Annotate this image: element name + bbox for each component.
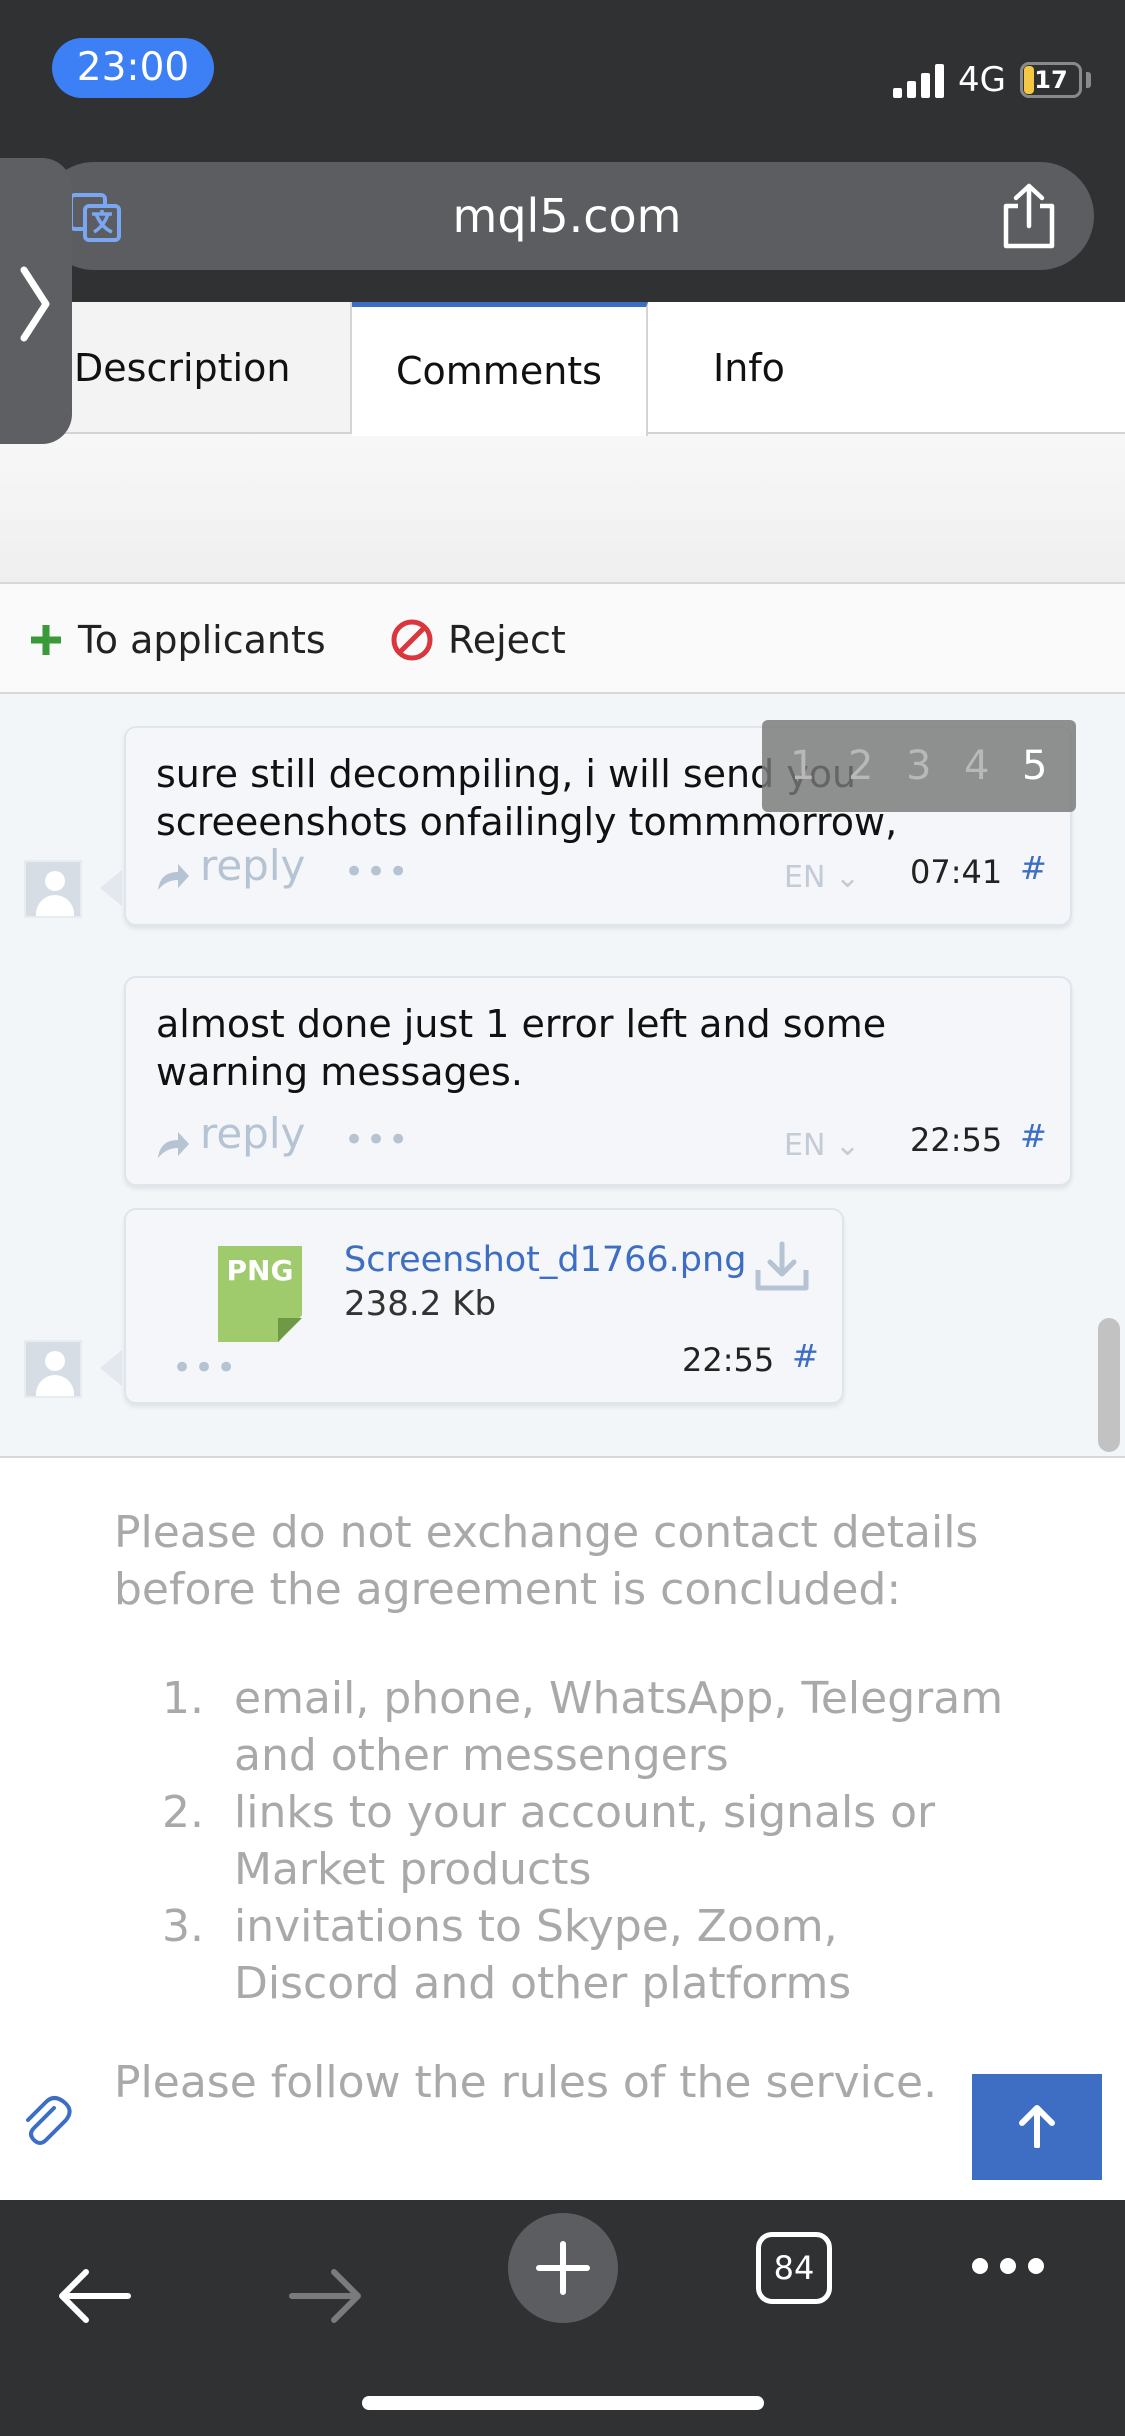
list-item-text: invitations to Skype, Zoom, Discord and … [234, 1901, 852, 2009]
page-link[interactable]: 3 [906, 740, 931, 792]
url-text: mql5.com [452, 189, 682, 243]
arrow-up-icon [1019, 2105, 1055, 2148]
more-options[interactable]: ••• [344, 852, 410, 892]
avatar[interactable] [24, 860, 82, 918]
message-composer[interactable]: Please do not exchange contact details b… [0, 1456, 1125, 2200]
list-item: 3. invitations to Skype, Zoom, Discord an… [114, 1898, 1014, 2012]
battery-tip [1086, 72, 1091, 88]
reply-link[interactable]: reply [200, 845, 305, 887]
message-time: 07:41 [910, 853, 1003, 891]
notice-intro: Please do not exchange contact details b… [114, 1507, 979, 1615]
prohibited-icon [391, 619, 433, 660]
permalink[interactable]: # [1020, 848, 1047, 888]
attachment-size: 238.2 Kb [344, 1284, 497, 1324]
language-selector[interactable]: EN ⌄ [784, 858, 860, 898]
page-link[interactable]: 1 [790, 740, 815, 792]
home-indicator[interactable] [362, 2396, 764, 2410]
send-button[interactable] [972, 2074, 1102, 2180]
reply-icon [158, 864, 189, 890]
composer-placeholder[interactable]: Please follow the rules of the service. [114, 2054, 994, 2111]
chevron-down-icon: ⌄ [834, 1128, 861, 1163]
to-applicants-button[interactable]: To applicants [28, 612, 326, 668]
page-link-current[interactable]: 5 [1022, 740, 1047, 792]
message-time: 22:55 [910, 1121, 1003, 1159]
download-icon[interactable] [754, 1240, 810, 1292]
side-panel-handle[interactable] [0, 158, 72, 444]
permalink[interactable]: # [792, 1336, 819, 1376]
job-action-bar: To applicants Reject [0, 582, 1125, 694]
share-icon[interactable] [998, 182, 1060, 250]
bubble-pointer [100, 870, 122, 906]
list-item-text: links to your account, signals or Market… [234, 1787, 936, 1895]
plus-icon [536, 2241, 590, 2295]
more-menu-icon[interactable] [970, 2254, 1046, 2278]
pagination: 1 2 3 4 5 [762, 720, 1076, 812]
signal-strength-icon [893, 62, 945, 98]
attachment-bubble: PNG Screenshot_d1766.png 238.2 Kb ••• 22… [124, 1208, 844, 1404]
file-extension: PNG [226, 1254, 294, 1287]
page-link[interactable]: 2 [848, 740, 873, 792]
page-tabs-area: Description Comments Info [0, 302, 1125, 582]
forward-arrow-icon[interactable] [288, 2268, 364, 2324]
message-text: almost done just 1 error left and some w… [156, 1002, 887, 1094]
reply-icon [158, 1132, 189, 1158]
paperclip-icon[interactable] [20, 2094, 72, 2146]
permalink[interactable]: # [1020, 1116, 1047, 1156]
chevron-down-icon: ⌄ [834, 860, 861, 895]
attachment-link[interactable]: Screenshot_d1766.png [344, 1238, 746, 1282]
address-bar[interactable]: mql5.com [40, 162, 1094, 270]
battery-level: 17 [1034, 66, 1068, 94]
new-tab-button[interactable] [508, 2213, 618, 2323]
battery-icon: 17 [1020, 62, 1082, 98]
list-number: 3. [162, 1901, 204, 1952]
language-code: EN [784, 1128, 826, 1163]
page-link[interactable]: 4 [964, 740, 989, 792]
message-bubble: almost done just 1 error left and some w… [124, 976, 1072, 1186]
list-item: 2. links to your account, signals or Mark… [114, 1784, 1014, 1898]
more-options[interactable]: ••• [344, 1120, 410, 1160]
attachment-time: 22:55 [682, 1341, 775, 1379]
bubble-pointer [100, 1350, 122, 1386]
browser-top-bar: 23:00 4G 17 mql5.com [0, 0, 1125, 302]
more-options[interactable]: ••• [172, 1348, 238, 1388]
status-time: 23:00 [52, 38, 214, 98]
tab-info[interactable]: Info [648, 302, 1125, 434]
reject-label: Reject [448, 618, 566, 662]
reject-button[interactable]: Reject [390, 612, 566, 668]
notice-rules-list: 1. email, phone, WhatsApp, Telegram and o… [114, 1670, 1014, 2012]
scrollbar[interactable] [1098, 1318, 1120, 1452]
language-code: EN [784, 860, 826, 895]
avatar[interactable] [24, 1340, 82, 1398]
language-selector[interactable]: EN ⌄ [784, 1126, 860, 1166]
reply-link[interactable]: reply [200, 1113, 305, 1155]
to-applicants-label: To applicants [78, 618, 326, 662]
comments-feed[interactable]: 1 2 3 4 5 sure still decompiling, i will… [0, 694, 1125, 1456]
tab-comments[interactable]: Comments [352, 302, 648, 436]
list-item-text: email, phone, WhatsApp, Telegram and oth… [234, 1673, 1004, 1781]
back-arrow-icon[interactable] [56, 2268, 132, 2324]
list-number: 1. [162, 1673, 204, 1724]
chevron-right-icon [20, 266, 50, 342]
tab-switcher-button[interactable]: 84 [756, 2232, 832, 2304]
list-number: 2. [162, 1787, 204, 1838]
plus-icon [31, 624, 61, 655]
list-item: 1. email, phone, WhatsApp, Telegram and o… [114, 1670, 1014, 1784]
network-type: 4G [958, 60, 1006, 100]
